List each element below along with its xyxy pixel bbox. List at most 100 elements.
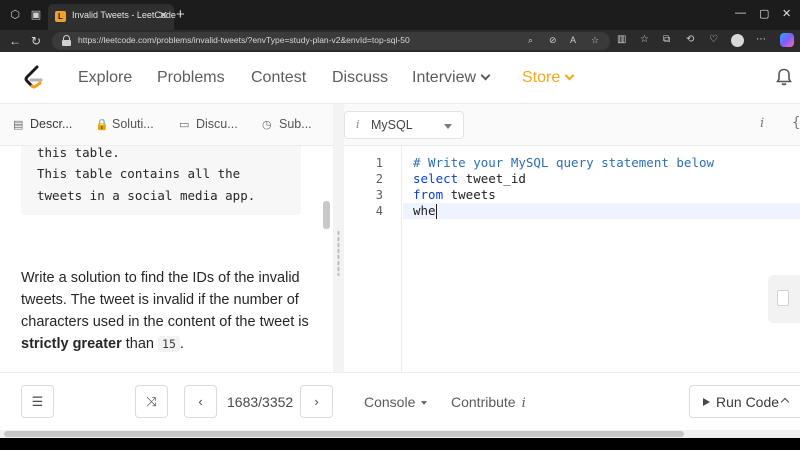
tracking-icon[interactable]: ⊘: [549, 35, 557, 46]
history-icon[interactable]: ⟲: [686, 34, 694, 45]
description-tabs: ▤ Descr... 🔒 Soluti... ▭ Discu... ◷ Sub...: [0, 104, 333, 146]
side-notes-tab[interactable]: [768, 275, 800, 323]
description-icon: ▤: [13, 119, 24, 131]
favorite-star-icon[interactable]: ☆: [591, 35, 599, 46]
line-number: 4: [375, 204, 383, 218]
collections-icon[interactable]: ⧉: [663, 34, 670, 45]
code-line-2: select tweet_id: [413, 171, 526, 186]
statement-bold: strictly greater: [21, 336, 122, 352]
read-aloud-icon[interactable]: A: [570, 35, 576, 45]
line-number: 2: [375, 172, 383, 186]
tab-actions-icon[interactable]: ▣: [29, 8, 43, 22]
previous-problem-button[interactable]: ‹: [184, 385, 217, 418]
statement-text-2: than: [121, 336, 159, 352]
problem-description-panel: ▤ Descr... 🔒 Soluti... ▭ Discu... ◷ Sub... t…: [0, 104, 333, 372]
url-field[interactable]: https://leetcode.com/problems/invalid-tw…: [52, 32, 610, 50]
close-tab-icon[interactable]: ✕: [159, 9, 168, 22]
chevron-down-icon: [564, 70, 575, 81]
tab-submissions[interactable]: ◷ Sub...: [262, 117, 312, 131]
horizontal-scrollbar[interactable]: [0, 430, 800, 438]
leetcode-logo-icon[interactable]: [22, 65, 46, 91]
refresh-icon[interactable]: ↻: [31, 34, 41, 48]
chevron-up-icon: [780, 397, 790, 407]
sql-keyword: from: [413, 187, 444, 202]
new-tab-icon[interactable]: +: [176, 6, 185, 23]
back-arrow-icon[interactable]: ←: [9, 34, 21, 48]
maximize-icon[interactable]: ▢: [759, 7, 769, 20]
notification-bell-icon[interactable]: [776, 68, 792, 86]
caret-down-icon: [421, 401, 428, 405]
language-select[interactable]: i MySQL: [344, 111, 464, 139]
minimize-icon[interactable]: —: [735, 7, 746, 19]
problem-list-button[interactable]: ☰: [21, 385, 54, 418]
nav-contest[interactable]: Contest: [251, 69, 306, 87]
shuffle-button[interactable]: ⤨: [135, 385, 168, 418]
nav-discuss[interactable]: Discuss: [332, 69, 388, 87]
browser-tab-bar: ⬡ ▣ L Invalid Tweets - LeetCode ✕ + — ▢ …: [0, 0, 800, 30]
profile-avatar-icon[interactable]: [731, 34, 744, 47]
drag-handle-dots-icon: [337, 230, 340, 276]
nav-store[interactable]: Store: [522, 69, 575, 87]
line-number: 1: [375, 156, 383, 170]
panel-resize-handle[interactable]: [333, 104, 344, 372]
code-format-icon[interactable]: {: [792, 115, 800, 131]
code-input-area[interactable]: # Write your MySQL query statement below…: [403, 146, 800, 372]
tab-discussion[interactable]: ▭ Discu...: [179, 117, 238, 131]
table-description-code-block: this table. This table contains all the …: [21, 145, 301, 215]
nav-interview-label: Interview: [412, 69, 477, 86]
nav-problems[interactable]: Problems: [157, 69, 225, 87]
contribute-button[interactable]: Contribute i: [451, 394, 526, 411]
lock-icon: [62, 35, 71, 46]
console-label: Console: [364, 394, 416, 410]
discussion-icon: ▭: [179, 119, 190, 131]
run-code-button[interactable]: Run Code: [689, 385, 800, 418]
url-text: https://leetcode.com/problems/invalid-tw…: [78, 35, 410, 45]
tab-submissions-label: Sub...: [279, 117, 312, 131]
chevron-right-icon: ›: [314, 394, 319, 409]
code-line-1: # Write your MySQL query statement below: [413, 155, 715, 170]
code-block-line: This table contains all the: [37, 166, 241, 181]
line-number: 3: [375, 188, 383, 202]
browser-essentials-icon[interactable]: ♡: [709, 34, 718, 45]
favorites-icon[interactable]: ☆: [640, 34, 649, 45]
tab-description[interactable]: ▤ Descr...: [13, 117, 72, 131]
code-block-line: tweets in a social media app.: [37, 188, 256, 203]
problem-counter: 1683/3352: [227, 394, 294, 410]
line-number-gutter: 1 2 3 4: [344, 146, 402, 372]
close-window-icon[interactable]: ✕: [782, 7, 791, 20]
zoom-icon[interactable]: ⌕: [528, 35, 533, 46]
bottom-toolbar: ☰ ⤨ ‹ 1683/3352 › Console Contribute i Ru…: [0, 372, 800, 430]
leetcode-navbar: Explore Problems Contest Discuss Intervi…: [0, 52, 800, 104]
tab-solutions[interactable]: 🔒 Soluti...: [95, 117, 154, 131]
address-bar-row: ← ↻ https://leetcode.com/problems/invali…: [0, 30, 800, 52]
nav-interview[interactable]: Interview: [412, 69, 491, 87]
copilot-icon[interactable]: [780, 33, 794, 47]
more-options-icon[interactable]: ⋯: [756, 34, 766, 45]
split-screen-icon[interactable]: ▥: [617, 34, 626, 45]
info-icon: i: [356, 118, 360, 131]
workspaces-icon[interactable]: ⬡: [8, 8, 22, 22]
description-scrollbar[interactable]: [323, 201, 330, 229]
tab-description-label: Descr...: [30, 117, 73, 131]
statement-text: Write a solution to find the IDs of the …: [21, 270, 309, 330]
problem-statement: Write a solution to find the IDs of the …: [21, 267, 321, 355]
next-problem-button[interactable]: ›: [300, 385, 333, 418]
browser-tab-invalid-tweets[interactable]: L Invalid Tweets - LeetCode ✕: [48, 4, 176, 30]
console-button[interactable]: Console: [364, 394, 428, 410]
code-block-line: this table.: [37, 145, 120, 160]
contribute-label: Contribute: [451, 394, 516, 410]
clock-icon: ◷: [262, 119, 272, 131]
code-editor-panel: i MySQL i { 1 2 3 4 # Write your MySQL q…: [344, 104, 800, 372]
editor-toolbar: i MySQL i {: [344, 104, 800, 146]
screen-bottom-edge: [0, 438, 800, 450]
sql-text: tweet_id: [458, 171, 526, 186]
lock-icon: 🔒: [95, 119, 109, 131]
run-code-label: Run Code: [716, 394, 780, 410]
horizontal-scrollbar-thumb[interactable]: [4, 431, 684, 437]
tab-solutions-label: Soluti...: [112, 117, 154, 131]
caret-down-icon: [444, 124, 452, 129]
list-icon: ☰: [31, 394, 44, 409]
editor-info-icon[interactable]: i: [760, 116, 764, 131]
sql-text: whe: [413, 203, 436, 218]
nav-explore[interactable]: Explore: [78, 69, 132, 87]
